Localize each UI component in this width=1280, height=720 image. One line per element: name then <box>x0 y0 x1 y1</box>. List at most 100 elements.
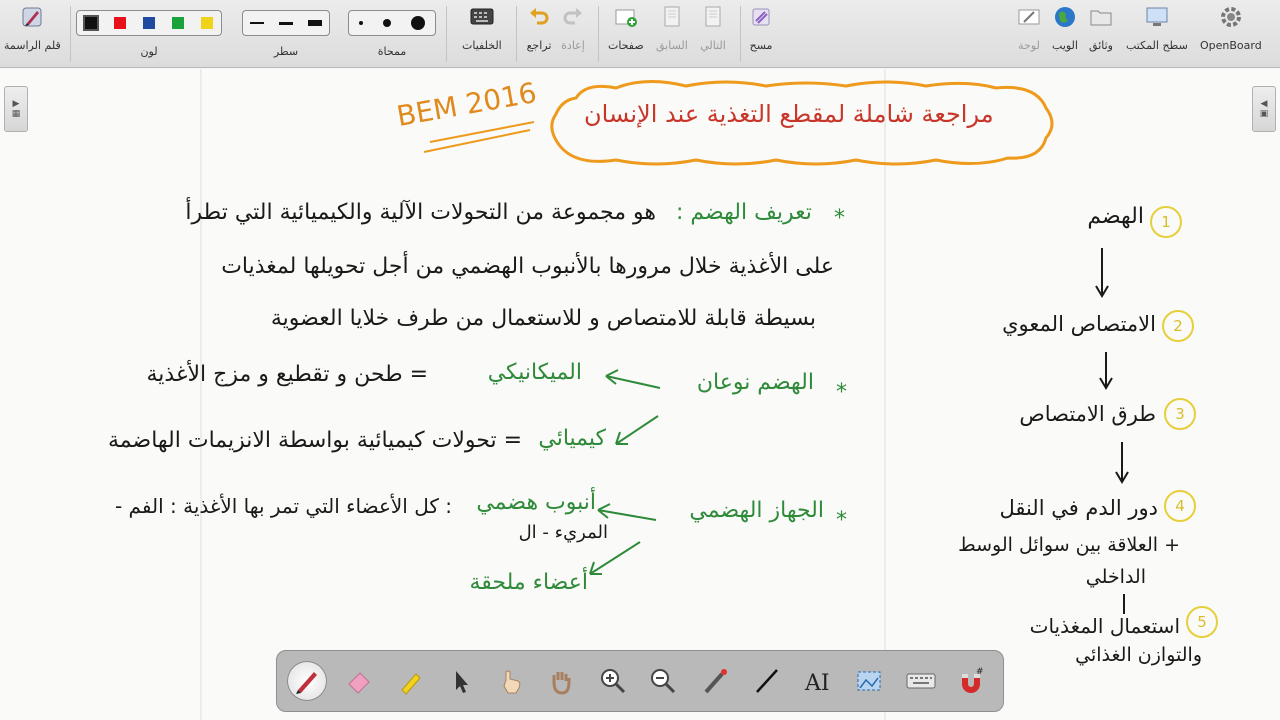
color-swatch-yellow[interactable] <box>200 17 213 29</box>
redo-label: إعادة <box>561 39 585 52</box>
documents-label: وثائق <box>1089 39 1113 52</box>
openboard-menu-button[interactable]: OpenBoard <box>1200 4 1262 52</box>
mechanical-description: = طحن و تقطيع و مزج الأغذية <box>146 362 429 387</box>
right-palette-toggle[interactable]: ◀ ▣ <box>1252 86 1276 132</box>
left-palette-toggle[interactable]: ▶ ▦ <box>4 86 28 132</box>
arrow-right-icon: ▶ <box>12 99 20 109</box>
chemical-description: = تحولات كيميائية بواسطة الانزيمات الهاض… <box>108 428 522 453</box>
monitor-icon <box>1144 4 1170 30</box>
line-width-group <box>242 10 330 36</box>
text-tool-button[interactable]: AI <box>797 661 837 701</box>
eraser-large-button[interactable] <box>411 16 425 30</box>
arrow-left-icon: ◀ <box>1260 99 1268 109</box>
tube-description: : كل الأعضاء التي تمر بها الأغذية : الفم… <box>114 494 452 518</box>
magnet-icon: # <box>962 667 984 693</box>
openboard-label: OpenBoard <box>1200 39 1262 52</box>
color-palette <box>76 10 222 36</box>
diagram-arrows <box>589 369 661 575</box>
eraser-label: ممحاة <box>377 45 407 58</box>
clear-page-button[interactable]: مسح <box>748 4 774 52</box>
hand-icon <box>552 672 571 695</box>
color-swatch-black[interactable] <box>83 15 100 31</box>
line-tool-button[interactable] <box>747 661 787 701</box>
text-icon: AI <box>804 671 830 696</box>
undo-button[interactable]: تراجع <box>526 4 552 52</box>
line-thin-button[interactable] <box>250 22 265 24</box>
interact-tool-button[interactable] <box>491 661 531 701</box>
svg-text:AI: AI <box>804 671 830 696</box>
desktop-label: سطح المكتب <box>1126 39 1188 52</box>
add-page-icon <box>613 4 639 30</box>
line-icon <box>756 669 778 693</box>
undo-icon <box>526 4 552 30</box>
backgrounds-label: الخلفيات <box>462 39 502 52</box>
highlighter-icon <box>401 673 421 695</box>
stylus-button[interactable]: قلم الراسمة <box>4 4 61 52</box>
previous-page-icon <box>659 4 685 30</box>
line-label: سطر <box>273 45 299 58</box>
tube-label: أنبوب هضمي <box>476 490 596 515</box>
clear-page-icon <box>748 4 774 30</box>
color-swatch-green[interactable] <box>171 17 184 29</box>
zoom-in-tool-button[interactable] <box>593 661 633 701</box>
previous-page-button[interactable]: السابق <box>656 4 688 52</box>
select-tool-button[interactable] <box>441 661 481 701</box>
separator <box>598 6 599 62</box>
board-label: لوحة <box>1018 39 1040 52</box>
flow-step-5: استعمال المغذيات <box>1029 614 1180 638</box>
pointing-hand-icon <box>503 670 521 694</box>
redo-button[interactable]: إعادة <box>560 4 586 52</box>
keyboard-grid-icon <box>469 4 495 30</box>
web-mode-button[interactable]: الويب <box>1052 4 1078 52</box>
eraser-medium-button[interactable] <box>383 19 391 27</box>
pen-tool-button[interactable] <box>287 661 327 701</box>
thumbnails-icon: ▦ <box>11 109 21 119</box>
backgrounds-button[interactable]: الخلفيات <box>462 4 502 52</box>
separator <box>446 6 447 62</box>
step-number-1: 1 <box>1150 206 1182 238</box>
mechanical-label: الميكانيكي <box>487 360 582 385</box>
documents-mode-button[interactable]: وثائق <box>1088 4 1114 52</box>
undo-label: تراجع <box>526 39 552 52</box>
clear-label: مسح <box>749 39 773 52</box>
folder-icon <box>1088 4 1114 30</box>
color-label: لون <box>140 45 158 58</box>
web-label: الويب <box>1052 39 1078 52</box>
board-guide-line <box>200 69 202 720</box>
eraser-tool-button[interactable] <box>339 661 379 701</box>
eraser-small-button[interactable] <box>359 21 363 25</box>
bem-underline <box>423 121 535 153</box>
hand-tool-button[interactable] <box>541 661 581 701</box>
step-number-3: 3 <box>1164 398 1196 430</box>
redo-icon <box>560 4 586 30</box>
stylus-label: قلم الراسمة <box>4 39 61 52</box>
highlighter-tool-button[interactable] <box>391 661 431 701</box>
next-label: التالي <box>700 39 726 52</box>
eraser-size-group <box>348 10 436 36</box>
capture-tool-button[interactable] <box>849 661 889 701</box>
gear-icon <box>1218 4 1244 30</box>
svg-text:#: # <box>976 667 984 677</box>
line-medium-button[interactable] <box>278 21 293 25</box>
zoom-out-tool-button[interactable] <box>643 661 683 701</box>
desktop-mode-button[interactable]: سطح المكتب <box>1126 4 1188 52</box>
zoom-out-icon <box>651 669 676 694</box>
step-number-5: 5 <box>1186 606 1218 638</box>
laser-pointer-tool-button[interactable] <box>695 661 735 701</box>
definition-line-3: بسيطة قابلة للامتصاص و للاستعمال من طرف … <box>270 306 816 331</box>
line-thick-button[interactable] <box>307 20 322 26</box>
color-swatch-blue[interactable] <box>142 17 155 29</box>
separator <box>740 6 741 62</box>
zoom-in-icon <box>601 669 626 694</box>
tools-dock: AI # <box>276 650 1004 712</box>
pages-button[interactable]: صفحات <box>608 4 644 52</box>
screen-capture-icon <box>857 671 881 691</box>
next-page-button[interactable]: التالي <box>700 4 726 52</box>
annexes-label: أعضاء ملحقة <box>469 570 588 595</box>
color-swatch-red[interactable] <box>114 17 127 29</box>
board-mode-button[interactable]: لوحة <box>1016 4 1042 52</box>
virtual-keyboard-button[interactable] <box>901 661 941 701</box>
definition-heading: تعريف الهضم : <box>676 200 812 225</box>
magnet-tool-button[interactable]: # <box>951 661 991 701</box>
star-bullet: * <box>834 206 845 231</box>
